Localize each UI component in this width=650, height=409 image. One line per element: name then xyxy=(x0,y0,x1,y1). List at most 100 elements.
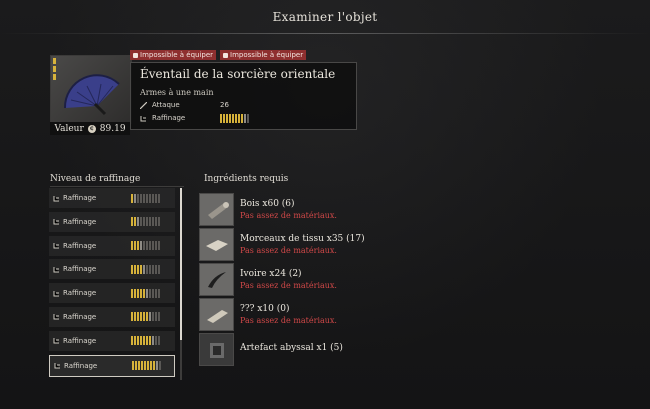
refine-list-title: Niveau de raffinage xyxy=(50,174,141,184)
bar-segment xyxy=(134,288,136,298)
bar-segment xyxy=(134,336,136,346)
list-scrollbar[interactable] xyxy=(180,188,182,340)
anvil-icon xyxy=(53,243,59,249)
warning-icon xyxy=(223,52,229,58)
stat-attack: Attaque 26 xyxy=(140,101,229,109)
bar-segment xyxy=(134,193,136,203)
list-scroll-track xyxy=(180,340,182,380)
bar-segment xyxy=(238,113,240,123)
wood-log-icon xyxy=(199,193,234,226)
refine-level-row[interactable]: Raffinage xyxy=(49,283,175,304)
bar-segment xyxy=(149,193,151,203)
refine-level-list: Raffinage Raffinage Raffinage Raffinage Raff… xyxy=(49,188,177,380)
bar-segment xyxy=(134,217,136,227)
bar-segment xyxy=(137,312,139,322)
bar-segment xyxy=(158,288,160,298)
refine-row-label: Raffinage xyxy=(53,313,96,321)
refine-level-bar xyxy=(131,312,160,322)
bar-segment xyxy=(158,264,160,274)
bar-segment xyxy=(152,193,154,203)
refine-level-row[interactable]: Raffinage xyxy=(49,306,175,327)
anvil-icon xyxy=(53,338,59,344)
ingredient-item[interactable]: Artefact abyssal x1 (5) xyxy=(199,333,439,366)
bar-segment xyxy=(232,113,234,123)
bar-segment xyxy=(226,113,228,123)
bar-segment xyxy=(134,264,136,274)
bar-segment xyxy=(146,241,148,251)
bar-segment xyxy=(220,113,222,123)
bar-segment xyxy=(241,113,243,123)
item-value: Valeur ¢ 89.19 xyxy=(50,122,130,135)
bar-segment xyxy=(152,217,154,227)
bar-segment xyxy=(143,217,145,227)
refine-level-row[interactable]: Raffinage xyxy=(49,354,175,377)
bar-segment xyxy=(149,312,151,322)
equip-badges: Impossible à équiper Impossible à équipe… xyxy=(130,50,307,60)
cannot-equip-badge: Impossible à équiper xyxy=(220,50,307,60)
refine-level-row[interactable]: Raffinage xyxy=(49,188,175,208)
bar-segment xyxy=(141,361,143,371)
refine-level-bar xyxy=(131,336,160,346)
rarity-stars-icon xyxy=(53,58,56,80)
bar-segment xyxy=(134,241,136,251)
ingredients-title: Ingrédients requis xyxy=(204,174,289,184)
refine-level-row[interactable]: Raffinage xyxy=(49,211,175,232)
bar-segment xyxy=(158,241,160,251)
refine-row-label: Raffinage xyxy=(53,242,96,250)
bar-segment xyxy=(247,113,249,123)
bar-segment xyxy=(155,217,157,227)
refine-level-bar xyxy=(131,217,160,227)
refine-row-label: Raffinage xyxy=(53,194,96,202)
bar-segment xyxy=(137,217,139,227)
anvil-icon xyxy=(53,314,59,320)
bar-segment xyxy=(143,241,145,251)
bar-segment xyxy=(143,288,145,298)
bar-segment xyxy=(131,312,133,322)
ingredient-item[interactable]: Ivoire x24 (2) Pas assez de matériaux. xyxy=(199,263,439,296)
refine-row-label: Raffinage xyxy=(53,337,96,345)
bar-segment xyxy=(137,264,139,274)
refine-level-bar xyxy=(131,264,160,274)
bar-segment xyxy=(152,312,154,322)
bar-segment xyxy=(134,312,136,322)
bar-segment xyxy=(137,193,139,203)
bar-segment xyxy=(140,264,142,274)
ingredient-item[interactable]: ??? x10 (0) Pas assez de matériaux. xyxy=(199,298,439,331)
refine-row-label: Raffinage xyxy=(54,362,97,370)
bar-segment xyxy=(132,361,134,371)
refine-level-row[interactable]: Raffinage xyxy=(49,259,175,280)
refine-row-label: Raffinage xyxy=(53,289,96,297)
item-thumbnail xyxy=(50,55,132,124)
refine-level-bar xyxy=(220,113,249,123)
value-label: Valeur xyxy=(54,123,84,134)
bar-segment xyxy=(143,264,145,274)
refine-level-row[interactable]: Raffinage xyxy=(49,235,175,256)
bar-segment xyxy=(137,288,139,298)
item-name: Éventail de la sorcière orientale xyxy=(140,67,336,81)
bar-segment xyxy=(149,336,151,346)
anvil-icon xyxy=(53,219,59,225)
ingredient-item[interactable]: Morceaux de tissu x35 (17) Pas assez de … xyxy=(199,228,439,261)
bar-segment xyxy=(147,361,149,371)
bar-segment xyxy=(150,361,152,371)
bar-segment xyxy=(140,312,142,322)
bar-segment xyxy=(146,288,148,298)
refine-row-label: Raffinage xyxy=(53,218,96,226)
bar-segment xyxy=(152,336,154,346)
page-title: Examiner l'objet xyxy=(272,10,378,24)
ingredient-item[interactable]: Bois x60 (6) Pas assez de matériaux. xyxy=(199,193,439,226)
bar-segment xyxy=(137,336,139,346)
bar-segment xyxy=(149,288,151,298)
value-amount: 89.19 xyxy=(99,123,126,134)
anvil-icon xyxy=(53,195,59,201)
bar-segment xyxy=(152,264,154,274)
bar-segment xyxy=(155,288,157,298)
bar-segment xyxy=(131,264,133,274)
abyssal-artifact-icon xyxy=(199,333,234,366)
bar-segment xyxy=(146,193,148,203)
refine-level-row[interactable]: Raffinage xyxy=(49,330,175,351)
anvil-icon xyxy=(140,115,146,121)
anvil-icon xyxy=(54,363,60,369)
bar-segment xyxy=(146,217,148,227)
bar-segment xyxy=(143,312,145,322)
